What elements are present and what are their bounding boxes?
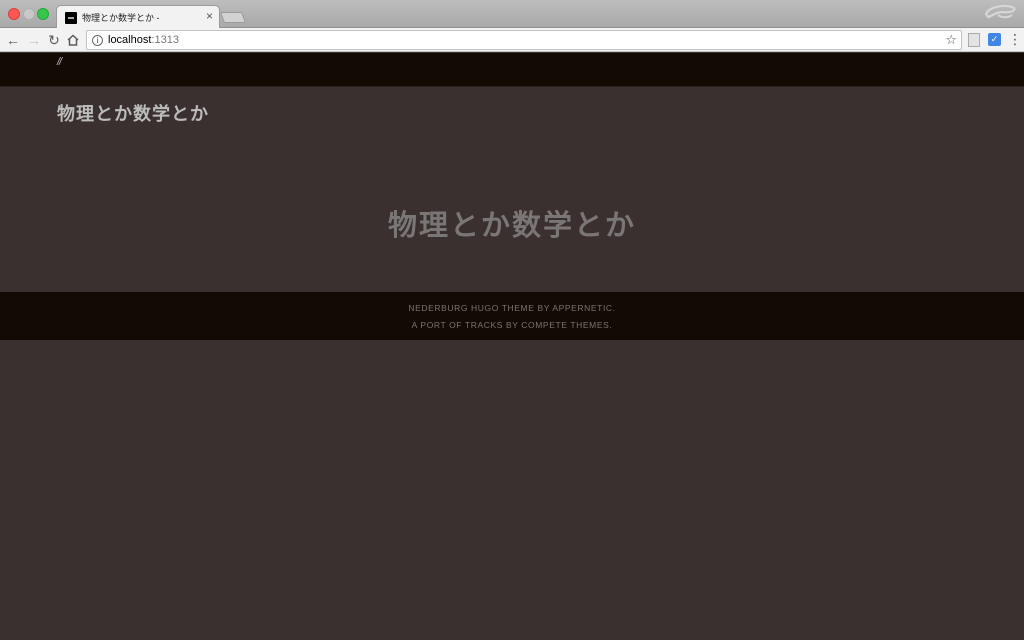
browser-tab-bar: 物理とか数学とか - × bbox=[0, 0, 1024, 29]
address-bar[interactable]: i localhost:1313 ☆ bbox=[86, 30, 962, 50]
browser-toolbar: ← → ↻ i localhost:1313 ☆ bbox=[0, 28, 1024, 52]
info-icon[interactable]: i bbox=[92, 35, 103, 46]
window-close-button[interactable] bbox=[8, 8, 20, 20]
site-title[interactable]: 物理とか数学とか bbox=[57, 100, 209, 126]
extension-icon[interactable] bbox=[968, 33, 980, 47]
footer-credit-port[interactable]: A PORT OF TRACKS BY COMPETE THEMES. bbox=[0, 320, 1024, 330]
more-vertical-icon[interactable]: ⋮ bbox=[1008, 31, 1022, 47]
star-icon[interactable]: ☆ bbox=[945, 32, 957, 48]
site-top-bar: // bbox=[0, 53, 1024, 87]
url-text: localhost:1313 bbox=[108, 34, 179, 46]
window-maximize-button[interactable] bbox=[37, 8, 49, 20]
extension-check-icon[interactable]: ✓ bbox=[988, 33, 1001, 46]
hero-title: 物理とか数学とか bbox=[387, 208, 636, 242]
arrow-right-icon[interactable]: → bbox=[25, 31, 43, 49]
home-icon[interactable] bbox=[64, 31, 82, 49]
tab-title: 物理とか数学とか - bbox=[82, 13, 160, 23]
url-host: localhost bbox=[108, 34, 152, 46]
arrow-left-icon[interactable]: ← bbox=[4, 31, 22, 49]
url-port: :1313 bbox=[151, 34, 179, 46]
window-minimize-button[interactable] bbox=[23, 8, 35, 20]
topbar-slashes: // bbox=[57, 56, 62, 68]
profile-icon[interactable] bbox=[984, 2, 1018, 24]
site-footer: NEDERBURG HUGO THEME BY APPERNETIC. A PO… bbox=[0, 292, 1024, 340]
favicon-icon bbox=[65, 12, 77, 24]
tab-close-icon[interactable]: × bbox=[206, 9, 213, 23]
new-tab-button[interactable] bbox=[219, 12, 247, 23]
footer-credit-theme[interactable]: NEDERBURG HUGO THEME BY APPERNETIC. bbox=[0, 303, 1024, 313]
reload-icon[interactable]: ↻ bbox=[45, 31, 63, 49]
browser-tab-active[interactable]: 物理とか数学とか - × bbox=[56, 5, 220, 29]
